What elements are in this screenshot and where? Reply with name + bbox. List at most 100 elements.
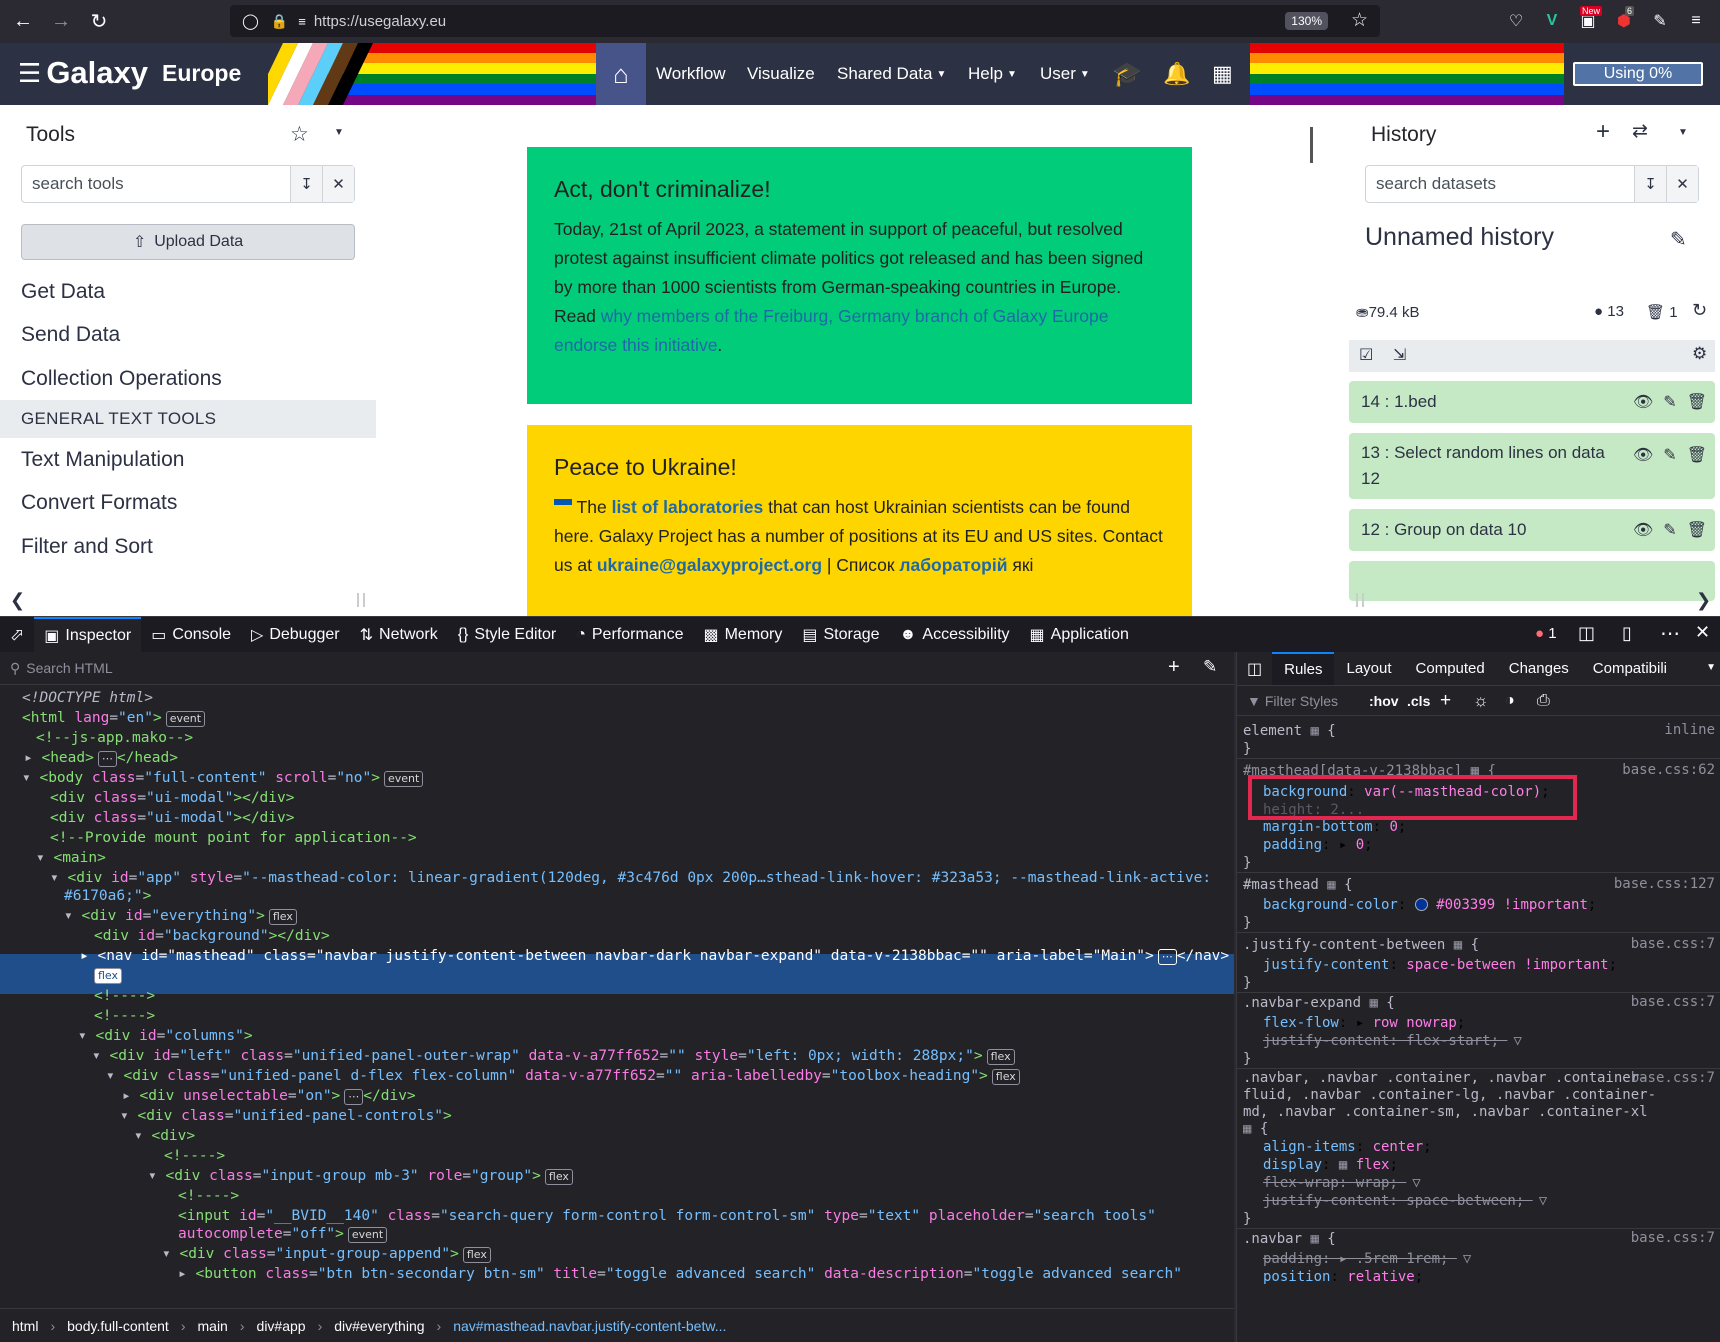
tool-section-send-data[interactable]: Send Data — [21, 323, 120, 347]
tree-line[interactable]: ▾ <div> — [134, 1126, 195, 1146]
collapse-icon[interactable]: ⇲ — [1393, 345, 1406, 365]
tree-line[interactable]: ▸ <div unselectable="on"> ⋯ </div> — [122, 1086, 416, 1106]
nav-workflow[interactable]: Workflow — [656, 43, 726, 105]
tab-debugger[interactable]: ▷ Debugger — [241, 617, 350, 653]
css-declaration-overridden[interactable]: padding: ▸ .5rem 1rem; ▽ — [1263, 1250, 1471, 1268]
history-item[interactable]: 12 : Group on data 10 👁 ✎ 🗑 — [1349, 509, 1715, 551]
url-text[interactable]: https://usegalaxy.eu — [314, 13, 446, 30]
breadcrumb-item[interactable]: html — [0, 1318, 50, 1334]
trash-icon[interactable]: 🗑 — [1687, 443, 1707, 469]
tree-line[interactable]: <!----> — [94, 1006, 155, 1026]
settings-gear-icon[interactable]: ⚙ — [1692, 344, 1707, 364]
css-declaration[interactable]: margin-bottom: 0; — [1263, 818, 1406, 836]
pencil-icon[interactable]: ✎ — [1663, 520, 1676, 540]
zoom-badge[interactable]: 130% — [1285, 12, 1328, 30]
tree-line[interactable]: ▾ <div id="everything"> flex — [64, 906, 297, 926]
select-all-checkbox-icon[interactable]: ☑ — [1359, 345, 1373, 365]
rule-source[interactable]: inline — [1664, 722, 1715, 738]
tree-line[interactable]: ▸ <button class="btn btn-secondary btn-s… — [178, 1264, 1182, 1284]
tab-changes[interactable]: Changes — [1497, 652, 1581, 685]
tab-accessibility[interactable]: ☻ Accessibility — [890, 617, 1020, 653]
history-search-input[interactable]: search datasets — [1366, 166, 1634, 202]
tree-line[interactable]: ▾ <div class="input-group-append"> flex — [162, 1244, 491, 1264]
history-shown-count[interactable]: ● 13 — [1594, 303, 1624, 320]
bell-icon[interactable]: 🔔 — [1163, 43, 1190, 105]
eye-icon[interactable]: 👁 — [1633, 520, 1653, 540]
url-bar[interactable]: ◯ 🔒 ≡ https://usegalaxy.eu 130% ☆ — [230, 5, 1380, 37]
laboratories-uk-link[interactable]: лабораторій — [899, 555, 1007, 575]
tree-line[interactable]: <!----> — [164, 1146, 225, 1166]
filter-styles[interactable]: ▼ Filter Styles :hov .cls + ☼ ◑ ⎙ — [1237, 686, 1720, 716]
tree-line[interactable]: <!--js-app.mako--> — [36, 728, 193, 748]
bookmark-star-icon[interactable]: ☆ — [1351, 9, 1368, 32]
css-declaration-overridden[interactable]: flex-wrap: wrap; ▽ — [1263, 1174, 1421, 1192]
tree-line[interactable]: ▾ <body class="full-content" scroll="no"… — [22, 768, 424, 788]
pencil-icon[interactable]: ✎ — [1663, 392, 1676, 412]
nav-visualize[interactable]: Visualize — [747, 43, 815, 105]
responsive-design-icon[interactable]: ▯ — [1622, 623, 1632, 644]
clear-icon[interactable]: ✕ — [322, 166, 354, 202]
add-rule-icon[interactable]: + — [1440, 690, 1451, 712]
css-declaration[interactable]: background-color: #003399 !important; — [1263, 896, 1596, 914]
toggle-sidebar-icon[interactable]: ◫ — [1237, 659, 1272, 679]
extensions-puzzle-icon[interactable]: ✎ — [1649, 10, 1671, 32]
resize-handle[interactable] — [357, 593, 365, 607]
history-name[interactable]: Unnamed history — [1365, 223, 1554, 252]
tree-line[interactable]: ▾ <div id="left" class="unified-panel-ou… — [92, 1046, 1015, 1066]
history-item-partial[interactable] — [1349, 561, 1715, 601]
tree-line-selected[interactable]: ▸ <nav id="masthead" class="navbar justi… — [80, 946, 1229, 966]
tab-console[interactable]: ▭ Console — [141, 617, 241, 653]
eyedropper-icon[interactable]: ✎ — [1203, 657, 1217, 677]
tree-line[interactable]: <!--Provide mount point for application-… — [50, 828, 417, 848]
more-options-icon[interactable]: ⋯ — [1660, 621, 1680, 646]
center-scrollbar[interactable] — [1310, 127, 1313, 163]
tab-inspector[interactable]: ▣ Inspector — [34, 616, 142, 653]
tree-line[interactable]: <!----> — [94, 986, 155, 1006]
split-console-icon[interactable]: ◫ — [1578, 623, 1595, 644]
css-declaration-overridden[interactable]: justify-content: flex-start; ▽ — [1263, 1032, 1522, 1050]
add-node-icon[interactable]: + — [1168, 656, 1180, 679]
error-count[interactable]: ● 1 — [1535, 625, 1557, 642]
tool-section-convert-formats[interactable]: Convert Formats — [21, 491, 177, 515]
tool-section-collection-operations[interactable]: Collection Operations — [21, 367, 222, 391]
tree-line[interactable]: <div class="ui-modal"></div> — [50, 808, 294, 828]
tab-application[interactable]: ▦ Application — [1020, 617, 1139, 653]
tool-section-text-manipulation[interactable]: Text Manipulation — [21, 448, 184, 472]
css-declaration[interactable]: position: relative; — [1263, 1268, 1423, 1286]
css-declaration-overridden[interactable]: justify-content: space-between; ▽ — [1263, 1192, 1547, 1210]
back-icon[interactable]: ← — [8, 7, 38, 37]
upload-button[interactable]: ⇧ Upload Data — [21, 224, 355, 260]
tree-line[interactable]: <html lang="en"> event — [22, 708, 206, 728]
css-declaration[interactable]: padding: ▸ 0; — [1263, 836, 1373, 854]
rule-source[interactable]: base.css:62 — [1622, 762, 1715, 778]
tree-line[interactable]: ▾ <div class="unified-panel d-flex flex-… — [106, 1066, 1020, 1086]
trash-icon[interactable]: 🗑 — [1687, 392, 1707, 412]
tab-performance[interactable]: ◔ Performance — [566, 617, 693, 653]
element-picker-icon[interactable]: ⬀ — [0, 617, 34, 653]
print-simulation-icon[interactable]: ⎙ — [1537, 692, 1550, 710]
dark-scheme-icon[interactable]: ◑ — [1505, 692, 1515, 710]
star-icon[interactable]: ☆ — [290, 122, 309, 147]
switch-history-icon[interactable]: ⇄ — [1632, 120, 1648, 143]
banner-climate-link[interactable]: why members of the Freiburg, Germany bra… — [554, 306, 1108, 355]
breadcrumb-item[interactable]: body.full-content — [55, 1318, 181, 1334]
cls-toggle[interactable]: .cls — [1407, 693, 1430, 709]
tab-compatibility[interactable]: Compatibili — [1581, 652, 1679, 685]
flex-badge[interactable]: flex — [94, 968, 123, 984]
caret-down-icon[interactable]: ▼ — [334, 127, 344, 138]
edit-pencil-icon[interactable]: ✎ — [1670, 227, 1687, 252]
new-history-icon[interactable]: + — [1596, 118, 1610, 146]
tree-line[interactable]: <div id="background"></div> — [94, 926, 330, 946]
nav-help[interactable]: Help ▼ — [968, 43, 1017, 105]
refresh-icon[interactable]: ↻ — [1692, 300, 1707, 321]
breadcrumb-item[interactable]: main — [186, 1318, 240, 1334]
history-item[interactable]: 13 : Select random lines on data 12 👁 ✎ 🗑 — [1349, 433, 1715, 499]
color-swatch[interactable] — [1414, 898, 1428, 911]
rule-source[interactable]: base.css:7 — [1631, 936, 1715, 952]
history-item[interactable]: 14 : 1.bed 👁 ✎ 🗑 — [1349, 381, 1715, 423]
caret-down-icon[interactable]: ▼ — [1678, 127, 1688, 138]
tree-line[interactable]: ▾ <div class="unified-panel-controls"> — [120, 1106, 452, 1126]
tab-style-editor[interactable]: {} Style Editor — [448, 617, 567, 653]
ukraine-email-link[interactable]: ukraine@galaxyproject.org — [597, 555, 822, 575]
tree-line[interactable]: <!DOCTYPE html> — [22, 688, 153, 708]
